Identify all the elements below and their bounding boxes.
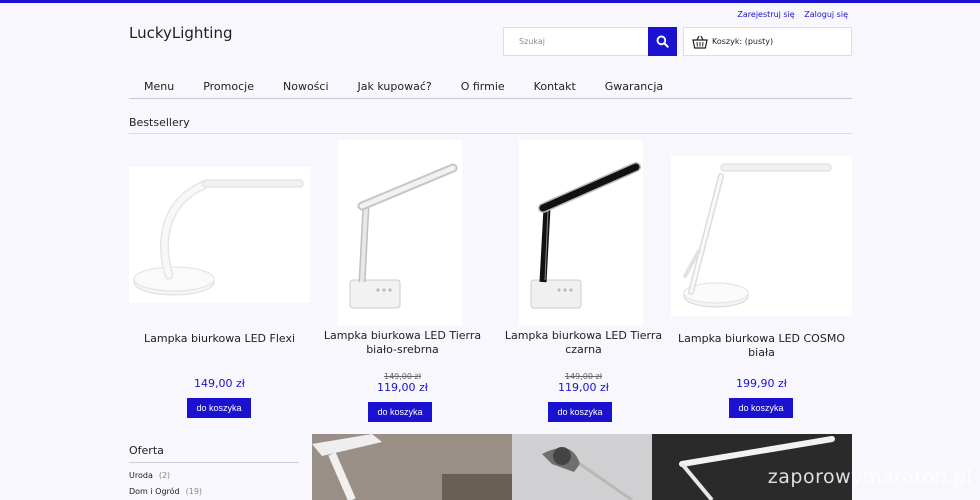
nav-item-kontakt[interactable]: Kontakt — [519, 74, 590, 98]
product-image[interactable] — [519, 140, 643, 325]
basket-icon — [692, 35, 708, 49]
category-label: Uroda — [129, 471, 153, 480]
search-input[interactable] — [504, 28, 649, 55]
nav-item-menu[interactable]: Menu — [129, 74, 188, 98]
add-to-cart-button[interactable]: do koszyka — [548, 402, 612, 422]
category-label: Dom i Ogród — [129, 487, 180, 496]
add-to-cart-button[interactable]: do koszyka — [729, 398, 793, 418]
product-price: 149,00 zł — [194, 377, 245, 390]
watermark: zaporowymaraton.pl — [767, 466, 972, 488]
product-old-price: 149,00 zł — [383, 372, 421, 381]
product-image[interactable] — [129, 167, 310, 303]
nav-item-promocje[interactable]: Promocje — [188, 74, 268, 98]
product-name[interactable]: Lampka biurkowa LED Flexi — [129, 332, 310, 346]
product-price: 199,90 zł — [736, 377, 787, 390]
sidebar-category[interactable]: Uroda (2) — [129, 471, 170, 480]
product-old-price: 149,00 zł — [564, 372, 602, 381]
product-name[interactable]: Lampka biurkowa LED Tierra czarna — [493, 329, 674, 357]
product-price: 119,00 zł — [558, 381, 609, 394]
main-nav: Menu Promocje Nowości Jak kupować? O fir… — [129, 74, 852, 99]
bestsellers-heading: Bestsellery — [129, 116, 852, 134]
product-price: 119,00 zł — [377, 381, 428, 394]
cart-widget[interactable]: Koszyk: (pusty) — [683, 27, 852, 56]
site-logo[interactable]: LuckyLighting — [129, 24, 233, 42]
sidebar-category[interactable]: Dom i Ogród (19) — [129, 487, 202, 496]
product-name[interactable]: Lampka biurkowa LED COSMO biała — [671, 332, 852, 360]
search-icon — [656, 35, 669, 48]
nav-item-gwarancja[interactable]: Gwarancja — [590, 74, 677, 98]
product-image[interactable] — [338, 140, 462, 325]
search-box — [503, 27, 677, 56]
register-link[interactable]: Zarejestruj się — [737, 10, 794, 19]
category-count: (2) — [158, 471, 171, 480]
add-to-cart-button[interactable]: do koszyka — [187, 398, 251, 418]
account-links: Zarejestruj się Zaloguj się — [730, 10, 848, 19]
product-image[interactable] — [671, 156, 852, 316]
product-name[interactable]: Lampka biurkowa LED Tierra biało-srebrna — [312, 329, 493, 357]
page-container: LuckyLighting Zarejestruj się Zaloguj si… — [129, 0, 852, 500]
add-to-cart-button[interactable]: do koszyka — [368, 402, 432, 422]
sidebar-heading: Oferta — [129, 444, 299, 463]
category-count: (19) — [185, 487, 203, 496]
nav-item-nowosci[interactable]: Nowości — [268, 74, 343, 98]
cart-label: Koszyk: (pusty) — [712, 37, 774, 46]
nav-item-o-firmie[interactable]: O firmie — [446, 74, 519, 98]
search-button[interactable] — [648, 27, 677, 56]
nav-item-jak-kupowac[interactable]: Jak kupować? — [343, 74, 446, 98]
login-link[interactable]: Zaloguj się — [804, 10, 848, 19]
